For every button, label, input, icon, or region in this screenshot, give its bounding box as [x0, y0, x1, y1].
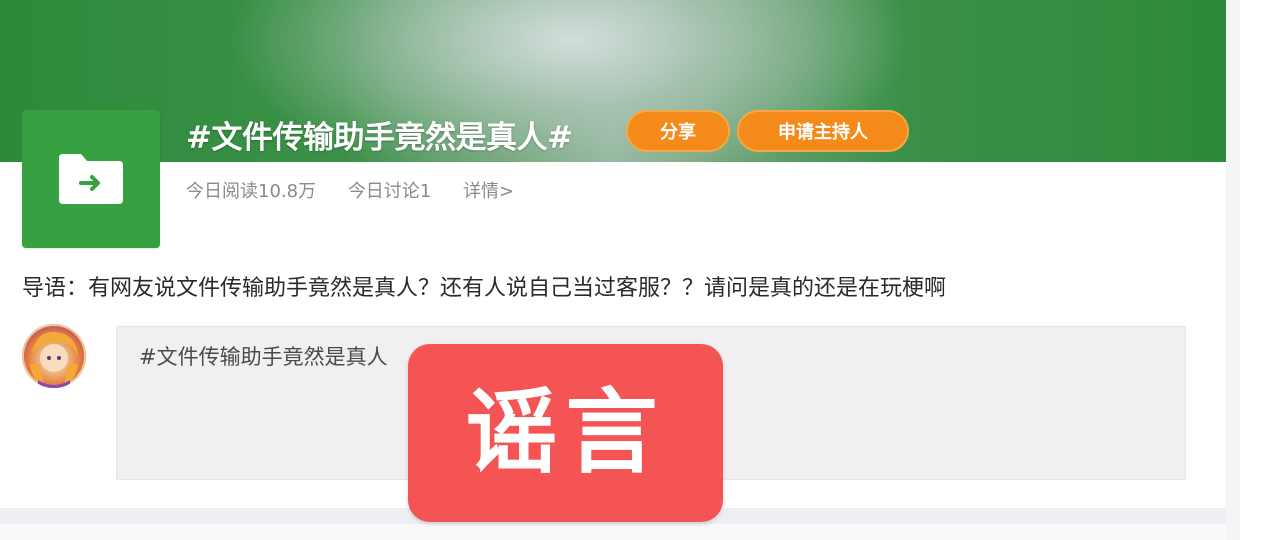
next-card-edge: [0, 524, 1226, 540]
user-avatar[interactable]: [22, 324, 86, 388]
avatar-illustration: [30, 331, 78, 388]
topic-page: #文件传输助手竟然是真人# 分享 申请主持人 今日阅读10.8万 今日讨论1 详…: [0, 0, 1266, 540]
rumor-stamp-badge: 谣言: [408, 344, 723, 522]
details-link[interactable]: 详情>: [463, 181, 514, 202]
topic-intro: 导语：有网友说文件传输助手竟然是真人？还有人说自己当过客服？？请问是真的还是在玩…: [22, 276, 947, 301]
topic-avatar-tile: [22, 110, 160, 248]
reads-today: 今日阅读10.8万: [186, 181, 317, 202]
rumor-stamp-text: 谣言: [465, 379, 666, 486]
folder-arrow-icon: [59, 154, 123, 204]
topic-banner: [0, 0, 1226, 162]
topic-stats: 今日阅读10.8万 今日讨论1 详情>: [186, 177, 540, 203]
share-button[interactable]: 分享: [626, 110, 730, 152]
composer-prefill[interactable]: #文件传输助手竟然是真人: [139, 341, 388, 371]
discussions-today: 今日讨论1: [347, 181, 432, 202]
topic-title: #文件传输助手竟然是真人#: [186, 120, 573, 156]
apply-host-button[interactable]: 申请主持人: [737, 110, 909, 152]
side-panel-edge: [1240, 0, 1266, 540]
